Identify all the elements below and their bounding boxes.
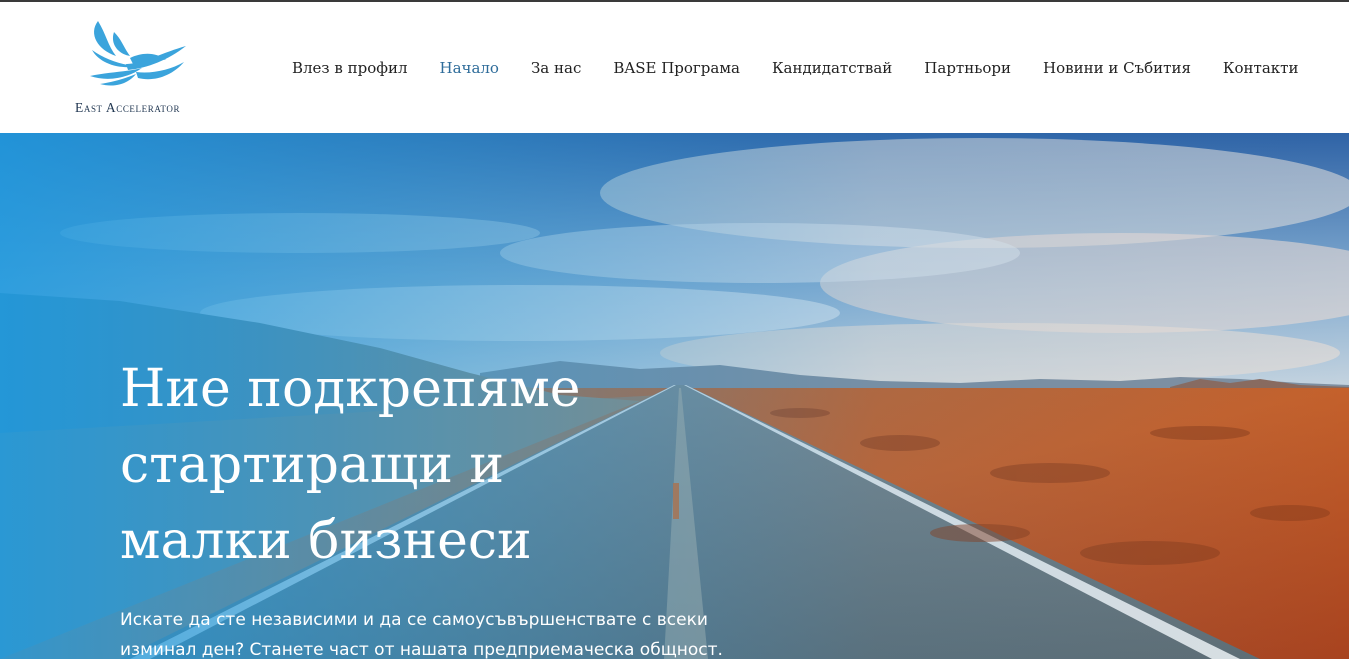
nav-item-apply[interactable]: Кандидатствай — [756, 56, 908, 80]
nav-item-home[interactable]: Начало — [424, 56, 515, 80]
site-header: East Accelerator Влез в профил Начало За… — [0, 2, 1349, 133]
nav-item-contacts[interactable]: Контакти — [1207, 56, 1315, 80]
hero-heading: Ние подкрепяме стартиращи и малки бизнес… — [120, 359, 581, 571]
nav-item-news-events[interactable]: Новини и Събития — [1027, 56, 1207, 80]
brand-logo[interactable]: East Accelerator — [72, 16, 212, 120]
hero-banner: Ние подкрепяме стартиращи и малки бизнес… — [0, 133, 1349, 659]
nav-item-about[interactable]: За нас — [515, 56, 597, 80]
brand-name: East Accelerator — [75, 100, 181, 115]
nav-item-base-program[interactable]: BASE Програма — [597, 56, 756, 80]
nav-item-login[interactable]: Влез в профил — [276, 56, 424, 80]
main-navigation: Влез в профил Начало За нас BASE Програм… — [276, 56, 1314, 80]
bird-logo-icon — [90, 21, 186, 86]
hero-subtitle: Искате да сте независими и да се самоусъ… — [120, 610, 723, 659]
nav-item-partners[interactable]: Партньори — [908, 56, 1027, 80]
